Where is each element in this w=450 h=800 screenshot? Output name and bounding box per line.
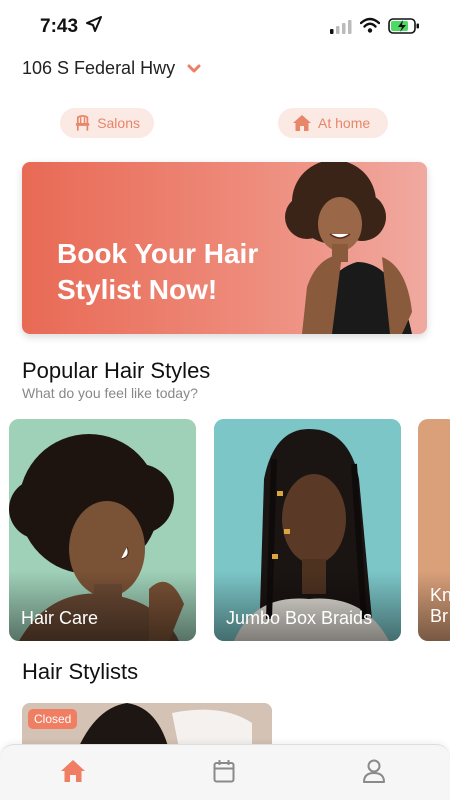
style-card-jumbo-box-braids[interactable]: Jumbo Box Braids <box>214 419 401 641</box>
banner-headline: Book Your Hair Stylist Now! <box>57 238 259 305</box>
style-card-hair-care[interactable]: Hair Care <box>9 419 196 641</box>
salons-toggle[interactable]: Salons <box>60 108 154 138</box>
address-text: 106 S Federal Hwy <box>22 58 176 78</box>
tab-profile[interactable] <box>362 759 386 788</box>
address-selector[interactable]: 106 S Federal Hwy <box>22 58 201 79</box>
status-time: 7:43 <box>40 16 79 37</box>
house-icon <box>293 115 311 131</box>
salons-label: Salons <box>97 115 140 131</box>
popular-styles-subtitle: What do you feel like today? <box>22 385 198 401</box>
at-home-toggle[interactable]: At home <box>278 108 388 138</box>
at-home-label: At home <box>318 115 371 131</box>
battery-charging-icon <box>388 18 419 34</box>
tab-home[interactable] <box>60 759 86 788</box>
status-bar: 7:43 <box>0 0 450 52</box>
card-shade <box>214 571 401 641</box>
closed-badge: Closed <box>28 709 78 729</box>
cellular-signal-icon <box>330 20 352 34</box>
app-screen: 7:43 106 S Federal Hwy Salons At home Bo… <box>0 0 450 800</box>
promo-banner[interactable]: Book Your Hair Stylist Now! <box>22 162 427 334</box>
style-card-label: Kn Br <box>430 585 450 626</box>
style-card-partial[interactable]: Kn Br <box>418 419 450 641</box>
popular-styles-title: Popular Hair Styles <box>22 358 211 383</box>
profile-icon <box>363 759 385 783</box>
style-card-label: Jumbo Box Braids <box>226 608 373 628</box>
card-shade <box>9 571 196 641</box>
hair-stylists-title: Hair Stylists <box>22 659 139 684</box>
calendar-icon <box>213 760 235 783</box>
location-arrow-icon <box>86 16 102 32</box>
style-card-label: Hair Care <box>21 608 99 628</box>
tab-calendar[interactable] <box>213 759 235 788</box>
chair-icon <box>75 114 90 131</box>
bottom-tab-bar <box>0 744 450 800</box>
chevron-down-icon <box>187 64 201 72</box>
home-icon <box>61 760 85 782</box>
wifi-icon <box>360 17 380 33</box>
